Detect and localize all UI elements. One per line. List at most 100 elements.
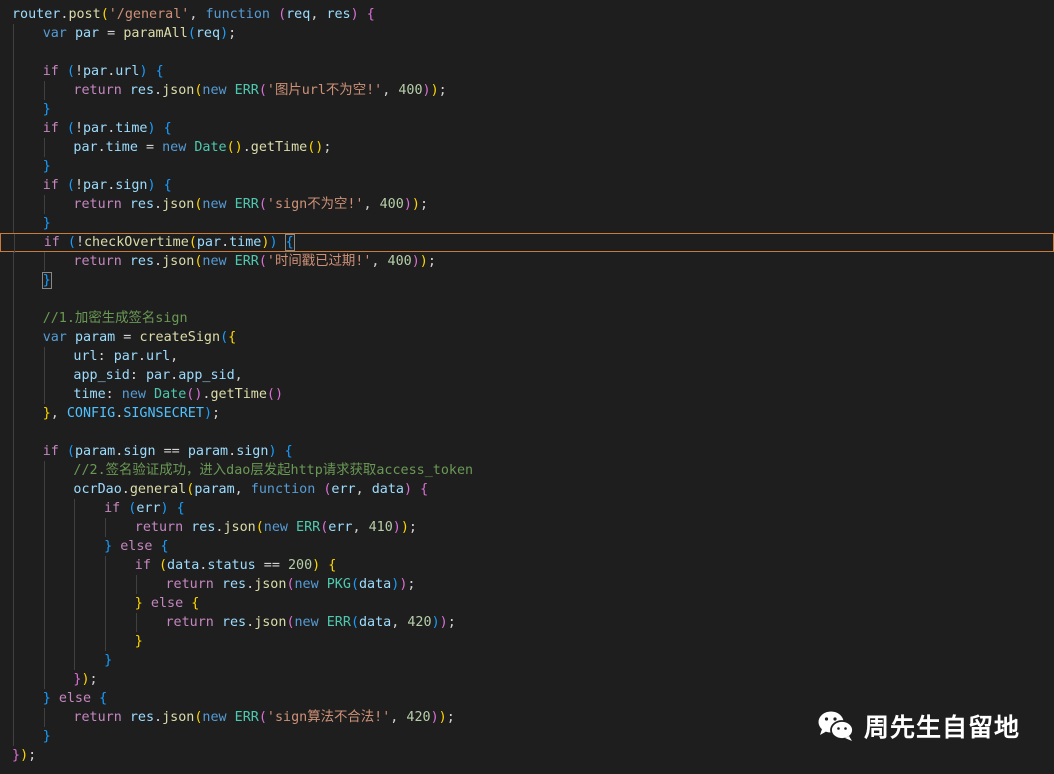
code-line[interactable]: if (!par.url) { <box>0 62 1054 81</box>
code-token: ) <box>430 83 439 98</box>
indent-guide <box>13 119 14 138</box>
indent-guide <box>43 461 45 480</box>
indent-guide <box>43 499 45 518</box>
code-text: time: new Date().getTime() <box>73 385 283 404</box>
code-token: post <box>68 7 101 22</box>
code-token: { <box>328 558 337 573</box>
code-token: sign <box>236 444 269 459</box>
code-line[interactable]: return res.json(new ERR('时间戳已过期!', 400))… <box>0 252 1054 271</box>
code-token: '时间戳已过期!' <box>266 254 372 269</box>
code-token: ( <box>255 520 264 535</box>
code-text: return res.json(new ERR('时间戳已过期!', 400))… <box>73 252 436 271</box>
indent-guide <box>43 651 45 670</box>
code-text: if (!checkOvertime(par.time)) { <box>43 234 295 251</box>
indent-guide <box>13 385 14 404</box>
code-text: router.post('/general', function (req, r… <box>12 5 375 24</box>
code-token: res <box>129 710 155 725</box>
code-token: param <box>194 482 235 497</box>
code-token: ) <box>403 197 412 212</box>
code-line[interactable]: }); <box>0 670 1054 689</box>
code-text: } else { <box>135 594 200 613</box>
code-token: res <box>221 615 247 630</box>
code-token: } <box>104 539 113 554</box>
code-line[interactable]: }, CONFIG.SIGNSECRET); <box>0 404 1054 423</box>
code-line[interactable]: par.time = new Date().getTime(); <box>0 138 1054 157</box>
code-token: getTime <box>210 387 267 402</box>
indent-guide <box>74 594 76 613</box>
code-token: , <box>371 254 388 269</box>
code-line[interactable]: time: new Date().getTime() <box>0 385 1054 404</box>
code-token: data <box>167 558 200 573</box>
code-token: { <box>163 121 172 136</box>
code-line[interactable]: return res.json(new PKG(data)); <box>0 575 1054 594</box>
code-token: '/general' <box>108 7 190 22</box>
code-line[interactable]: } <box>0 214 1054 233</box>
code-token: paramAll <box>123 26 188 41</box>
indent-guide <box>13 442 14 461</box>
code-line[interactable]: //1.加密生成签名sign <box>0 309 1054 328</box>
code-line[interactable]: return res.json(new ERR(err, 410)); <box>0 518 1054 537</box>
indent-guide <box>74 575 76 594</box>
code-line[interactable]: url: par.url, <box>0 347 1054 366</box>
code-line[interactable]: return res.json(new ERR(data, 420)); <box>0 613 1054 632</box>
code-token: par <box>83 121 108 136</box>
code-line[interactable]: } <box>0 632 1054 651</box>
code-line[interactable]: } else { <box>0 537 1054 556</box>
indent-guide <box>13 404 14 423</box>
code-token: { <box>191 596 200 611</box>
code-line[interactable]: //2.签名验证成功，进入dao层发起http请求获取access_token <box>0 461 1054 480</box>
code-line[interactable]: } <box>0 651 1054 670</box>
code-line[interactable]: if (!par.time) { <box>0 119 1054 138</box>
code-token: , <box>189 7 206 22</box>
code-token: ( <box>66 444 75 459</box>
code-line[interactable] <box>0 290 1054 309</box>
code-line[interactable]: var par = paramAll(req); <box>0 24 1054 43</box>
code-token: 200 <box>287 558 313 573</box>
indent-guide <box>105 613 107 632</box>
code-line[interactable]: if (!checkOvertime(par.time)) { <box>0 233 1054 253</box>
code-line[interactable]: app_sid: par.app_sid, <box>0 366 1054 385</box>
code-line[interactable]: if (err) { <box>0 499 1054 518</box>
code-line[interactable]: } else { <box>0 594 1054 613</box>
code-token: err <box>136 501 161 516</box>
indent-guide <box>74 537 76 556</box>
code-line[interactable]: return res.json(new ERR('sign不为空!', 400)… <box>0 195 1054 214</box>
code-line[interactable]: return res.json(new ERR('图片url不为空!', 400… <box>0 81 1054 100</box>
code-token: } <box>134 596 143 611</box>
code-text: var par = paramAll(req); <box>43 24 237 43</box>
code-text: if (err) { <box>104 499 185 518</box>
code-token: ) <box>431 615 440 630</box>
code-token: ; <box>228 26 237 41</box>
code-line[interactable]: } <box>0 100 1054 119</box>
code-line[interactable]: if (data.status == 200) { <box>0 556 1054 575</box>
code-line[interactable]: } <box>0 271 1054 290</box>
code-line[interactable]: ocrDao.general(param, function (err, dat… <box>0 480 1054 499</box>
code-token: . <box>121 482 130 497</box>
indent-guide <box>13 100 14 119</box>
indent-guide <box>13 670 14 689</box>
code-line[interactable] <box>0 423 1054 442</box>
code-editor[interactable]: router.post('/general', function (req, r… <box>0 0 1054 774</box>
code-token: , <box>234 482 251 497</box>
code-line[interactable] <box>0 43 1054 62</box>
code-line[interactable]: }); <box>0 746 1054 765</box>
code-token: par <box>196 235 222 250</box>
code-line[interactable]: } <box>0 157 1054 176</box>
code-line[interactable]: var param = createSign({ <box>0 328 1054 347</box>
code-line[interactable]: router.post('/general', function (req, r… <box>0 5 1054 24</box>
code-token: new <box>202 254 227 269</box>
indent-guide <box>135 575 137 594</box>
code-line[interactable]: if (param.sign == param.sign) { <box>0 442 1054 461</box>
code-line[interactable]: if (!par.sign) { <box>0 176 1054 195</box>
code-token: { <box>176 501 185 516</box>
indent-guide <box>43 708 45 727</box>
code-token: if <box>43 235 60 250</box>
